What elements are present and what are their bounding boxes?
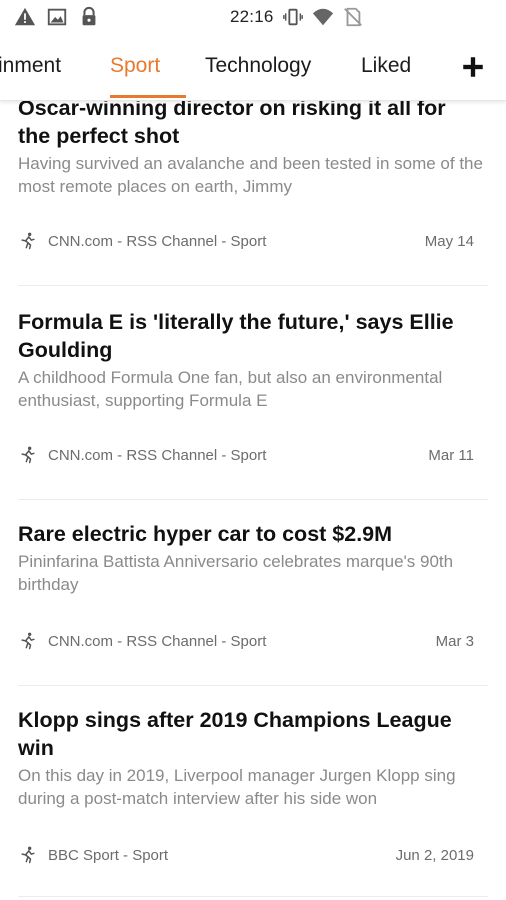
article-summary: A childhood Formula One fan, but also an… bbox=[18, 368, 443, 410]
article-feed[interactable]: Oscar-winning director on risking it all… bbox=[0, 100, 506, 900]
article-source: BBC Sport - Sport bbox=[48, 846, 169, 864]
status-cluster: 22:16 bbox=[230, 6, 364, 28]
running-person-icon bbox=[21, 232, 35, 250]
warning-icon bbox=[14, 7, 36, 26]
no-sim-icon bbox=[343, 7, 362, 27]
category-tab-bar: inment Sport Technology Liked bbox=[0, 36, 506, 101]
article-date: Mar 11 bbox=[428, 446, 474, 464]
article-title[interactable]: Rare electric hyper car to cost $2.9M bbox=[18, 520, 478, 548]
status-bar: 22:16 bbox=[0, 0, 506, 36]
article-summary: On this day in 2019, Liverpool manager J… bbox=[18, 766, 456, 808]
image-icon bbox=[47, 8, 67, 26]
tab-liked[interactable]: Liked bbox=[361, 54, 411, 78]
notification-icons bbox=[14, 6, 100, 28]
article-summary: Having survived an avalanche and been te… bbox=[18, 154, 483, 196]
article-date: Jun 2, 2019 bbox=[395, 846, 474, 864]
article-card[interactable]: Klopp sings after 2019 Champions League … bbox=[18, 706, 488, 864]
article-source: CNN.com - RSS Channel - Sport bbox=[48, 446, 267, 464]
active-tab-indicator bbox=[110, 95, 186, 98]
divider bbox=[18, 685, 488, 686]
article-card[interactable]: Rare electric hyper car to cost $2.9M Pi… bbox=[18, 520, 488, 650]
article-source: CNN.com - RSS Channel - Sport bbox=[48, 632, 267, 650]
divider bbox=[18, 285, 488, 286]
plus-icon[interactable] bbox=[460, 54, 486, 80]
article-meta: CNN.com - RSS Channel - Sport Mar 11 bbox=[18, 444, 474, 466]
running-person-icon bbox=[21, 446, 35, 464]
article-summary: Pininfarina Battista Anniversario celebr… bbox=[18, 552, 454, 594]
tab-technology[interactable]: Technology bbox=[205, 54, 311, 78]
divider bbox=[18, 499, 488, 500]
article-title[interactable]: Klopp sings after 2019 Champions League … bbox=[18, 706, 478, 762]
article-date: May 14 bbox=[424, 232, 474, 250]
article-source: CNN.com - RSS Channel - Sport bbox=[48, 232, 267, 250]
running-person-icon bbox=[21, 632, 35, 650]
article-title[interactable]: Formula E is 'literally the future,' say… bbox=[18, 308, 478, 364]
vibrate-icon bbox=[282, 8, 303, 26]
article-title[interactable]: Oscar-winning director on risking it all… bbox=[18, 100, 478, 150]
divider bbox=[18, 896, 488, 897]
running-person-icon bbox=[21, 846, 35, 864]
article-meta: CNN.com - RSS Channel - Sport May 14 bbox=[18, 230, 474, 252]
lock-icon bbox=[82, 6, 96, 26]
tab-entertainment[interactable]: inment bbox=[0, 54, 61, 78]
article-meta: CNN.com - RSS Channel - Sport Mar 3 bbox=[18, 630, 474, 652]
article-date: Mar 3 bbox=[435, 632, 474, 650]
clock: 22:16 bbox=[230, 7, 274, 26]
wifi-icon bbox=[312, 8, 333, 26]
article-card[interactable]: Formula E is 'literally the future,' say… bbox=[18, 308, 488, 464]
tab-sport[interactable]: Sport bbox=[110, 54, 160, 78]
article-meta: BBC Sport - Sport Jun 2, 2019 bbox=[18, 844, 474, 866]
article-card[interactable]: Oscar-winning director on risking it all… bbox=[18, 100, 488, 250]
